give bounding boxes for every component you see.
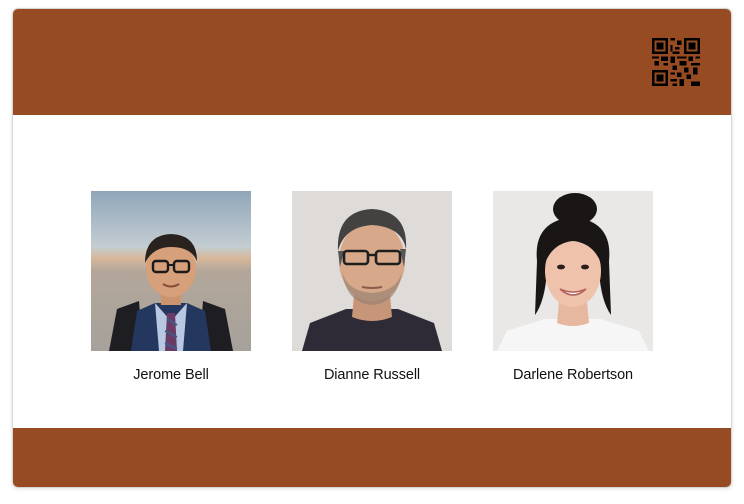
header-band (13, 9, 731, 115)
person-card[interactable]: Darlene Robertson (493, 191, 653, 383)
profile-card: Jerome Bell Dianne Russell Darlene Rober… (12, 8, 732, 488)
avatar (292, 191, 452, 351)
qr-code-icon[interactable] (652, 38, 700, 86)
person-name: Dianne Russell (323, 367, 421, 383)
footer-band (13, 428, 731, 487)
person-name: Darlene Robertson (512, 367, 633, 383)
person-name: Jerome Bell (133, 367, 209, 383)
avatar (493, 191, 653, 351)
people-list: Jerome Bell Dianne Russell Darlene Rober… (13, 191, 731, 391)
person-card[interactable]: Jerome Bell (91, 191, 251, 383)
person-card[interactable]: Dianne Russell (292, 191, 452, 383)
avatar (91, 191, 251, 351)
